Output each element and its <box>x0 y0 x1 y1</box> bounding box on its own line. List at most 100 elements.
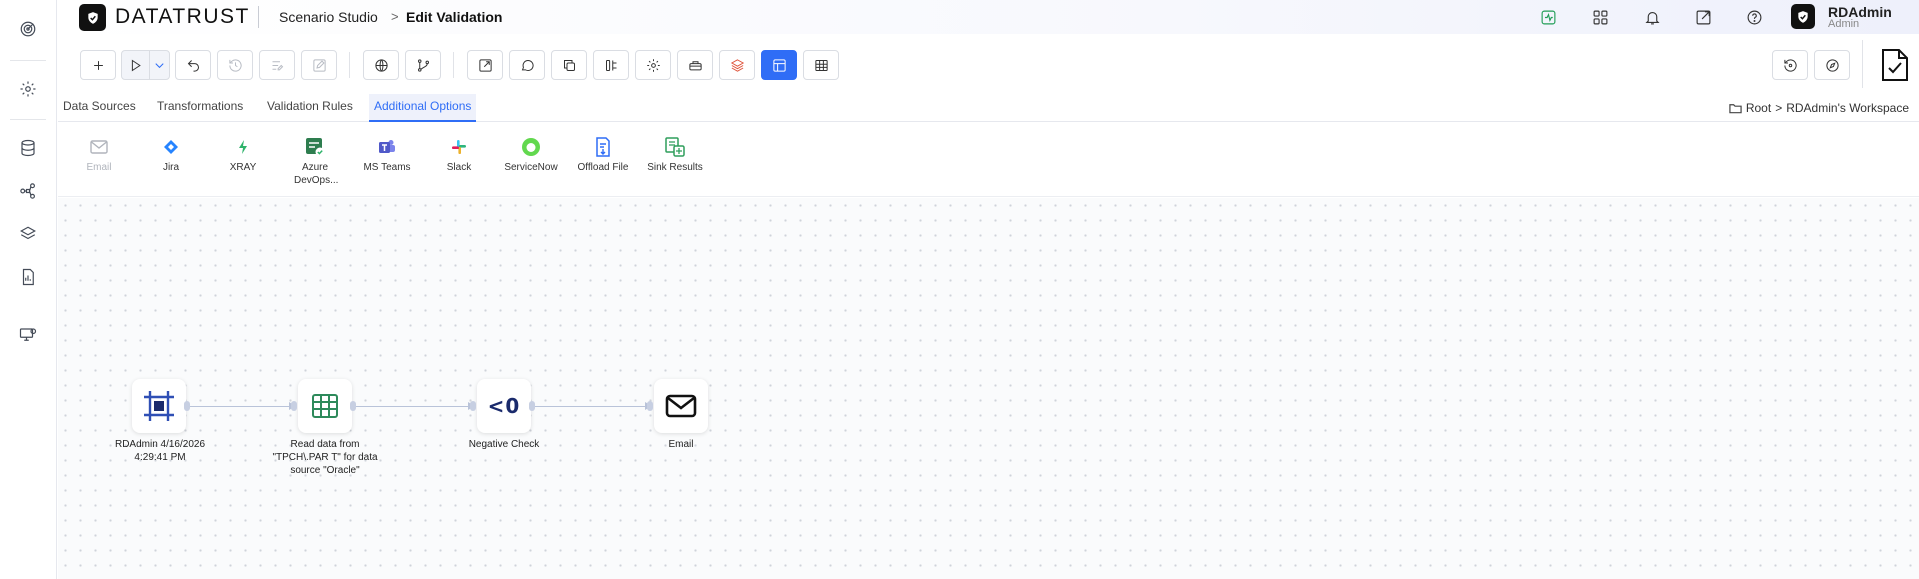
chevron-down-icon <box>155 62 164 68</box>
gear-icon[interactable] <box>16 77 40 101</box>
plus-icon <box>93 60 103 70</box>
activity-icon[interactable] <box>1539 8 1557 26</box>
top-header: DATATRUST Scenario Studio > Edit Validat… <box>58 0 1919 34</box>
rollback-icon <box>1783 58 1797 72</box>
breadcrumb-separator: > <box>391 9 399 24</box>
sink-results-icon <box>665 137 685 157</box>
brand-logo[interactable] <box>79 4 106 31</box>
node-negative-check[interactable]: <0 <box>477 379 531 433</box>
external-link-icon[interactable] <box>1694 8 1712 26</box>
toolbox-icon <box>688 60 702 70</box>
jira-icon <box>161 137 181 157</box>
palette-item-ms-teams[interactable]: MS Teams <box>352 137 422 174</box>
user-role: Admin <box>1828 18 1860 30</box>
target-icon[interactable] <box>16 17 40 41</box>
flow-icon[interactable] <box>16 179 40 203</box>
comment-button[interactable] <box>509 50 545 80</box>
node-email[interactable] <box>654 379 708 433</box>
envelope-icon <box>89 137 109 157</box>
align-icon <box>605 59 616 71</box>
toolkit-button[interactable] <box>677 50 713 80</box>
servicenow-icon <box>521 137 541 157</box>
edit-list-button[interactable] <box>259 50 295 80</box>
validate-document-button[interactable] <box>1877 47 1913 83</box>
tab-validation-rules[interactable]: Validation Rules <box>263 99 357 113</box>
node-start-label: RDAdmin 4/16/2026 4:29:41 PM <box>114 439 206 463</box>
report-icon[interactable] <box>16 265 40 289</box>
add-button[interactable] <box>80 50 116 80</box>
open-external-button[interactable] <box>467 50 503 80</box>
stack-button[interactable] <box>719 50 755 80</box>
edge-3 <box>531 406 652 407</box>
workflow-canvas[interactable]: RDAdmin 4/16/2026 4:29:41 PM Read data f… <box>58 198 1919 579</box>
palette-item-azure-devops[interactable]: Azure DevOps... <box>280 137 350 187</box>
run-options-dropdown[interactable] <box>149 50 170 80</box>
avatar[interactable] <box>1791 4 1815 29</box>
workspace-separator: > <box>1775 101 1783 115</box>
palette-item-sink-results[interactable]: Sink Results <box>640 137 710 174</box>
apps-grid-icon[interactable] <box>1591 8 1609 26</box>
layout-icon <box>772 58 786 72</box>
page-title: Edit Validation <box>406 9 503 25</box>
bell-icon[interactable] <box>1643 8 1661 26</box>
gear-icon <box>646 58 660 72</box>
history-icon <box>228 58 242 72</box>
frame-icon <box>144 391 174 421</box>
tab-transformations[interactable]: Transformations <box>153 99 247 113</box>
list-edit-icon <box>272 60 283 70</box>
globe-button[interactable] <box>363 50 399 80</box>
undo-icon <box>187 59 199 72</box>
workspace-name[interactable]: RDAdmin's Workspace <box>1786 101 1909 115</box>
node-email-label: Email <box>668 439 694 450</box>
table-view-button[interactable] <box>803 50 839 80</box>
align-button[interactable] <box>593 50 629 80</box>
external-link-icon <box>478 58 492 72</box>
workspace-root[interactable]: Root <box>1746 101 1771 115</box>
branch-icon <box>417 58 429 72</box>
palette-item-xray[interactable]: XRAY <box>208 137 278 174</box>
palette-item-offload-file[interactable]: Offload File <box>568 137 638 174</box>
palette-item-servicenow[interactable]: ServiceNow <box>496 137 566 174</box>
node-start[interactable] <box>132 379 186 433</box>
compass-button[interactable] <box>1814 50 1850 80</box>
database-icon[interactable] <box>16 136 40 160</box>
palette-item-slack[interactable]: Slack <box>424 137 494 174</box>
copy-button[interactable] <box>551 50 587 80</box>
globe-icon <box>374 58 388 72</box>
left-sidebar <box>0 0 57 579</box>
canvas-view-button[interactable] <box>761 50 797 80</box>
edge-2 <box>352 406 475 407</box>
node-read-data-label: Read data from "TPCH\.PAR T" for data so… <box>272 439 378 476</box>
palette-item-jira[interactable]: Jira <box>136 137 206 174</box>
workspace-breadcrumb[interactable]: Root > RDAdmin's Workspace <box>1729 101 1909 115</box>
envelope-icon <box>665 394 697 418</box>
history-button[interactable] <box>217 50 253 80</box>
slack-icon <box>449 137 469 157</box>
run-button[interactable] <box>121 50 150 80</box>
node-read-data[interactable] <box>298 379 352 433</box>
breadcrumb-studio[interactable]: Scenario Studio <box>279 9 378 25</box>
folder-icon <box>1729 103 1742 113</box>
palette-item-email[interactable]: Email <box>64 137 134 174</box>
help-icon[interactable] <box>1745 8 1763 26</box>
monitor-settings-icon[interactable] <box>16 323 40 347</box>
node-negative-check-label: Negative Check <box>468 439 540 450</box>
ms-teams-icon <box>377 137 397 157</box>
edge-1 <box>186 406 296 407</box>
tab-additional-options[interactable]: Additional Options <box>370 99 475 113</box>
layers-icon[interactable] <box>16 222 40 246</box>
pencil-icon <box>312 58 326 72</box>
branch-button[interactable] <box>405 50 441 80</box>
tab-data-sources[interactable]: Data Sources <box>59 99 140 113</box>
additional-options-palette: Email Jira XRAY Azure DevOps... MS Teams… <box>58 123 1919 197</box>
edit-button[interactable] <box>301 50 337 80</box>
compass-icon <box>1825 58 1839 72</box>
document-check-icon <box>1882 49 1908 81</box>
stack-icon <box>730 58 744 72</box>
file-download-icon <box>593 137 613 157</box>
undo-button[interactable] <box>175 50 211 80</box>
brand-name: DATATRUST <box>115 5 250 28</box>
rollback-button[interactable] <box>1772 50 1808 80</box>
settings-button[interactable] <box>635 50 671 80</box>
negative-check-glyph: <0 <box>487 394 521 418</box>
